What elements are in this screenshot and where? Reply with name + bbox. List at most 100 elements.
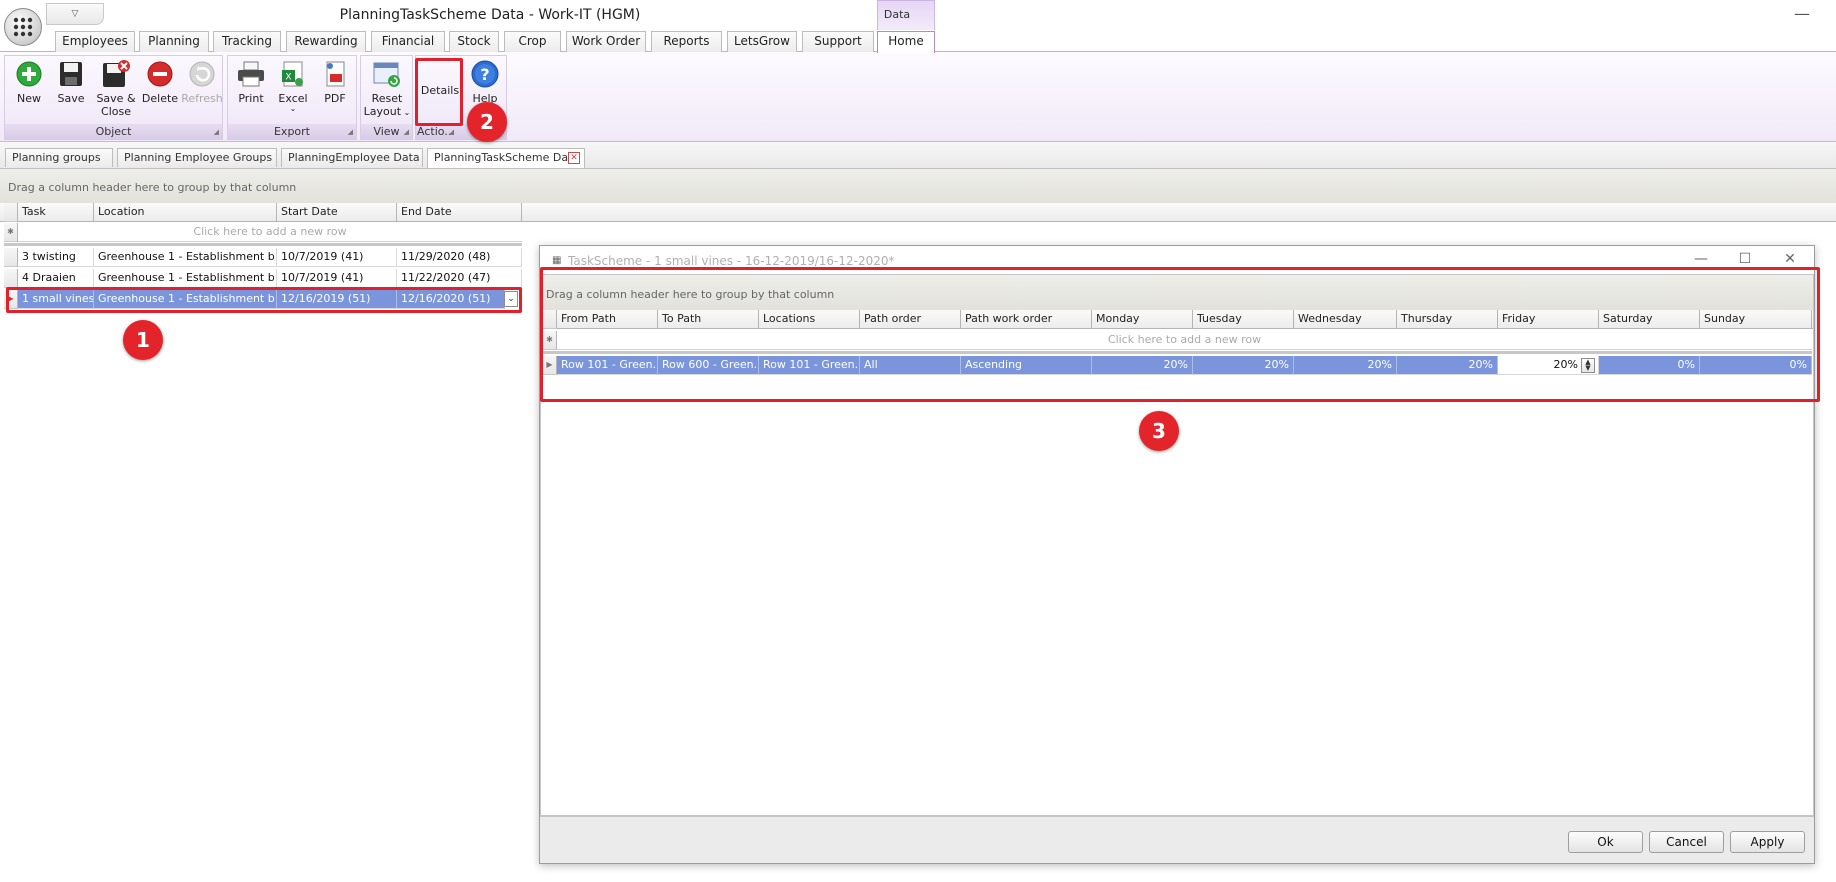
column-header-locations[interactable]: Locations [759,310,860,329]
cell-wednesday[interactable]: 20% [1294,356,1397,375]
dialog-minimize-icon[interactable]: — [1691,251,1711,269]
doc-tab-planning-groups[interactable]: Planning groups [5,148,113,167]
cell-end-date[interactable]: 11/29/2020 (48) [397,248,522,267]
refresh-icon [189,61,215,87]
help-icon: ? [471,60,499,88]
print-label: Print [238,92,264,105]
cell-start-date[interactable]: 10/7/2019 (41) [277,248,397,267]
excel-icon: X [282,61,303,87]
tab-rewarding[interactable]: Rewarding [286,31,366,52]
cell-location[interactable]: Greenhouse 1 - Establishment b [94,248,277,267]
save-button[interactable]: Save [51,59,91,105]
cell-to-path[interactable]: Row 600 - Green... [658,356,759,375]
tab-letsgrow[interactable]: LetsGrow [727,31,797,52]
cell-task[interactable]: 3 twisting [18,248,94,267]
apply-button[interactable]: Apply [1730,831,1805,853]
column-header-saturday[interactable]: Saturday [1599,310,1700,329]
save-close-button[interactable]: Save & Close [93,59,139,118]
tab-financial[interactable]: Financial [371,31,445,52]
column-header-wednesday[interactable]: Wednesday [1294,310,1397,329]
pdf-button[interactable]: PDF [314,59,356,105]
printer-icon [238,61,264,87]
dialog-row-indicator: ▶ [543,356,557,375]
cell-end-date[interactable]: 12/16/2020 (51) [397,290,505,309]
cell-tuesday[interactable]: 20% [1193,356,1294,375]
view-group-label: View ◢ [361,124,412,139]
tab-tracking[interactable]: Tracking [213,31,281,52]
cell-location[interactable]: Greenhouse 1 - Establishment b [94,290,277,309]
export-group-label: Export ◢ [228,124,356,139]
cell-from-path[interactable]: Row 101 - Green... [557,356,658,375]
tab-stock[interactable]: Stock [449,31,499,52]
cell-locations[interactable]: Row 101 - Green... [759,356,860,375]
cancel-button[interactable]: Cancel [1649,831,1724,853]
new-button[interactable]: New [7,59,51,105]
column-header-location[interactable]: Location [94,203,277,222]
column-header-tuesday[interactable]: Tuesday [1193,310,1294,329]
reset-label-1: Reset [371,92,403,105]
cell-location[interactable]: Greenhouse 1 - Establishment b [94,269,277,288]
column-header-monday[interactable]: Monday [1092,310,1193,329]
tab-employees[interactable]: Employees [55,31,135,52]
doc-tab-planning-taskscheme-data[interactable]: PlanningTaskScheme Data ✕ [427,148,585,168]
window-title: PlanningTaskScheme Data - Work-IT (HGM) [339,7,641,23]
tab-work-order[interactable]: Work Order [566,31,646,52]
annotation-badge-1: 1 [123,320,163,360]
row-indicator [4,248,18,267]
column-header-friday[interactable]: Friday [1498,310,1599,329]
column-header-start-date[interactable]: Start Date [277,203,397,222]
column-header-task[interactable]: Task [18,203,94,222]
cell-end-date[interactable]: 11/22/2020 (47) [397,269,522,288]
cell-start-date[interactable]: 12/16/2019 (51) [277,290,397,309]
print-button[interactable]: Print [230,59,272,105]
tab-support[interactable]: Support [802,31,874,52]
tab-reports[interactable]: Reports [651,31,722,52]
help-button[interactable]: ? Help [464,59,506,105]
save-close-label-2: Close [101,105,131,118]
delete-button[interactable]: Delete [139,59,181,105]
cell-sunday[interactable]: 0% [1700,356,1812,375]
dialog-maximize-icon[interactable]: ☐ [1735,251,1755,269]
cell-task[interactable]: 1 small vines [18,290,94,309]
dialog-new-row-indicator: ✱ [543,331,557,350]
cell-start-date[interactable]: 10/7/2019 (41) [277,269,397,288]
dialog-header-indicator [543,310,557,329]
ok-button[interactable]: Ok [1568,831,1643,853]
spin-button-icon[interactable]: ▲ ▼ [1581,358,1595,373]
tab-crop[interactable]: Crop [504,31,561,52]
dialog-new-row[interactable]: Click here to add a new row [557,331,1812,350]
cell-task[interactable]: 4 Draaien [18,269,94,288]
end-date-dropdown-button[interactable]: ⌄ [504,291,518,307]
column-header-path-work-order[interactable]: Path work order [961,310,1092,329]
refresh-button[interactable]: Refresh [181,59,223,105]
main-new-row[interactable]: Click here to add a new row [18,223,522,242]
excel-button[interactable]: X Excel ⌄ [272,59,314,113]
tab-planning[interactable]: Planning [139,31,209,52]
close-icon[interactable]: ✕ [568,152,580,164]
doc-tab-planning-employee-groups[interactable]: Planning Employee Groups [117,148,277,167]
doc-tab-planning-employee-data[interactable]: PlanningEmployee Data [281,148,423,167]
app-menu-button[interactable] [4,8,42,46]
column-header-sunday[interactable]: Sunday [1700,310,1812,329]
cell-thursday[interactable]: 20% [1397,356,1498,375]
details-button[interactable]: Details [418,59,462,122]
cell-monday[interactable]: 20% [1092,356,1193,375]
reset-layout-button[interactable]: Reset Layout ⌄ [363,59,411,119]
selected-row-indicator: ▶ [4,290,18,309]
column-header-from-path[interactable]: From Path [557,310,658,329]
column-header-to-path[interactable]: To Path [658,310,759,329]
cell-path-order[interactable]: All [860,356,961,375]
tab-home[interactable]: Home [877,31,935,53]
new-row-indicator: ✱ [4,223,18,242]
minimize-button[interactable]: — [1792,4,1812,23]
cell-saturday[interactable]: 0% [1599,356,1700,375]
reset-label-row: Layout ⌄ [363,105,411,119]
column-header-thursday[interactable]: Thursday [1397,310,1498,329]
column-header-path-order[interactable]: Path order [860,310,961,329]
save-icon [60,62,82,86]
cell-path-work-order[interactable]: Ascending [961,356,1092,375]
dialog-close-icon[interactable]: ✕ [1780,251,1800,269]
row-indicator [4,269,18,288]
column-header-end-date[interactable]: End Date [397,203,522,222]
reset-dropdown-icon: ⌄ [401,108,411,117]
